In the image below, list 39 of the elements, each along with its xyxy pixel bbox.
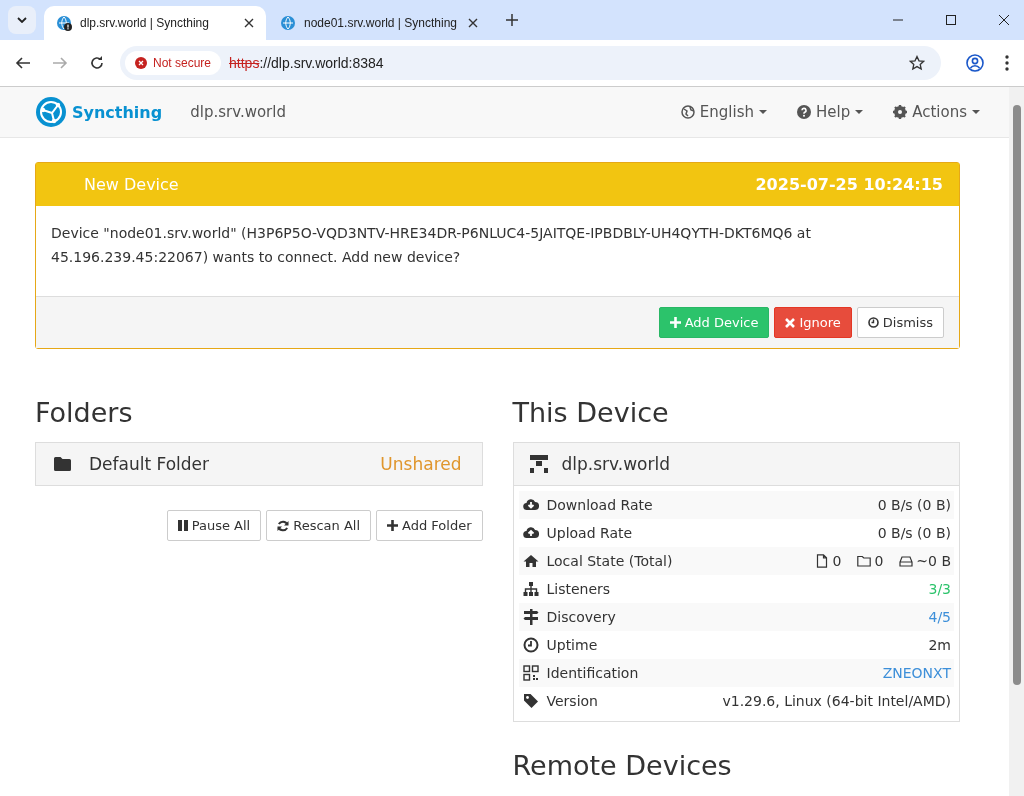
stat-value: ~0 B bbox=[916, 553, 951, 569]
folder-action-button[interactable]: Add Folder bbox=[376, 510, 483, 541]
stat-label: Listeners bbox=[546, 581, 611, 597]
notice-button[interactable]: Dismiss bbox=[856, 307, 944, 338]
device-name: dlp.srv.world bbox=[190, 103, 286, 121]
timestamp: 2025-07-25 10:24:15 bbox=[755, 175, 943, 194]
nav-menu[interactable]: English bbox=[665, 103, 782, 121]
stat-label: Identification bbox=[546, 665, 639, 681]
stat-value: 0 B/s (0 B) bbox=[877, 525, 951, 541]
address-bar[interactable]: Not secure https://dlp.srv.world:8384 bbox=[120, 46, 941, 80]
stat-label: Download Rate bbox=[546, 497, 653, 513]
stat-label: Version bbox=[546, 693, 598, 709]
section-heading: Remote Devices bbox=[512, 750, 733, 781]
stat-label: Local State (Total) bbox=[546, 553, 673, 569]
tab-title: node01.srv.world | Syncthing bbox=[304, 16, 458, 30]
nav-menu[interactable]: Actions bbox=[878, 103, 995, 121]
folder-action-button[interactable]: Rescan All bbox=[266, 510, 371, 541]
device-name: dlp.srv.world bbox=[561, 454, 670, 474]
stat-value: 3/3 bbox=[928, 581, 951, 597]
url-text: https://dlp.srv.world:8384 bbox=[229, 55, 384, 71]
notice-button[interactable]: Ignore bbox=[774, 307, 852, 338]
stat-value: 0 bbox=[832, 553, 842, 569]
stat-label: Discovery bbox=[546, 609, 616, 625]
stat-value: 0 B/s (0 B) bbox=[877, 497, 951, 513]
stat-label: Uptime bbox=[546, 637, 598, 653]
browser-tab[interactable]: node01.srv.world | Syncthing bbox=[268, 6, 490, 40]
folder-row[interactable]: Default Folder Unshared bbox=[35, 442, 483, 486]
stat-label: Upload Rate bbox=[546, 525, 633, 541]
browser-tab[interactable]: dlp.srv.world | Syncthing bbox=[44, 6, 266, 40]
section-heading: Folders bbox=[35, 397, 134, 428]
section-heading: This Device bbox=[512, 397, 670, 428]
stat-value: v1.29.6, Linux (64-bit Intel/AMD) bbox=[722, 693, 951, 709]
nav-menu[interactable]: Help bbox=[782, 103, 879, 121]
stat-value: 0 bbox=[874, 553, 884, 569]
security-chip[interactable]: Not secure bbox=[125, 51, 222, 75]
panel-title: New Device bbox=[84, 175, 179, 194]
tab-title: dlp.srv.world | Syncthing bbox=[80, 16, 210, 30]
stat-value: 2m bbox=[928, 637, 951, 653]
folder-action-button[interactable]: Pause All bbox=[166, 510, 262, 541]
